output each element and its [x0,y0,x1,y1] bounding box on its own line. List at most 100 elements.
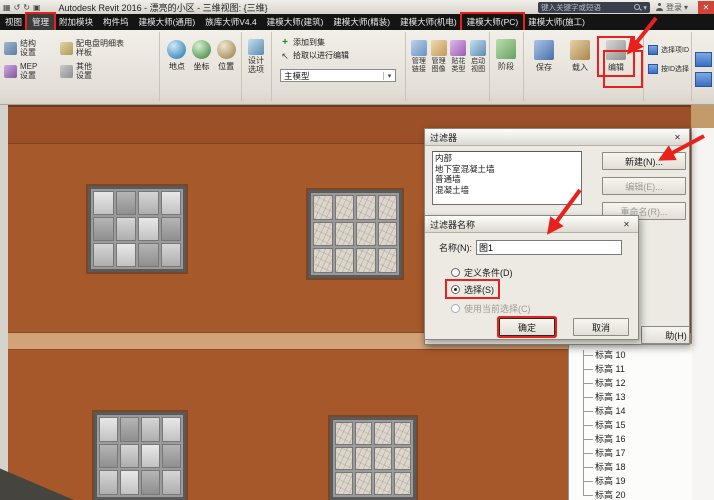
filters-list-item[interactable]: 地下室混凝土墙 [435,164,579,175]
load-selection-button[interactable]: 载入 [563,38,597,75]
manage-links-button[interactable]: 管理 链接 [410,40,428,73]
window-pane [393,447,411,470]
radio-select[interactable]: 选择(S) [447,281,498,297]
window-pane [115,191,136,215]
decal-types-button[interactable]: 贴花 类型 [450,40,468,73]
app-menu-icon[interactable]: ▦ [3,1,11,14]
filter-name-dialog-titlebar[interactable]: 过滤器名称 ✕ [425,216,638,233]
redo-icon[interactable]: ↻ [23,1,30,14]
edit-selection-icon [606,40,626,60]
panel-design-options: 设计 选项 [242,32,272,101]
panel-schedule-template-button[interactable]: 配电盘明细表 样板 [58,39,154,58]
level-item[interactable]: 标高 10 [579,348,692,362]
window-pane [356,221,376,247]
other-settings-button[interactable]: 其他 设置 [58,62,154,81]
location-button[interactable]: 地点 [166,40,188,72]
position-label: 位置 [218,62,235,71]
window-top-right [308,190,402,278]
level-item[interactable]: 标高 20 [579,488,692,500]
tab-view[interactable]: 视图 [0,14,27,30]
tab-modeling-master-arch[interactable]: 建模大师(建筑) [262,14,329,30]
mep-settings-button[interactable]: MEP 设置 [2,62,58,81]
ids-of-selection-button[interactable]: 选择项ID [646,44,691,56]
tab-family-master[interactable]: 族库大师V4.4 [200,14,262,30]
starting-view-button[interactable]: 启动 视图 [469,40,487,73]
window-pane [313,195,333,220]
window-pane [115,243,136,267]
level-item[interactable]: 标高 12 [579,376,692,390]
level-item[interactable]: 标高 15 [579,418,692,432]
window-pane [141,470,160,495]
window-pane [313,221,333,247]
window-bottom-left [94,412,186,500]
tab-component-hub[interactable]: 构件坞 [98,14,134,30]
ribbon-edge-icon[interactable] [695,72,712,87]
chevron-down-icon[interactable]: ▾ [643,3,647,12]
level-item[interactable]: 标高 16 [579,432,692,446]
tab-modeling-master-pc[interactable]: 建模大师(PC) [462,14,523,30]
login-button[interactable]: 登录 ▾ [656,2,688,13]
filters-list[interactable]: 内部 地下室混凝土墙 普通墙 混凝土墙 [432,151,582,205]
tab-manage[interactable]: 管理 [27,14,55,30]
select-by-id-button[interactable]: 按ID选择 [646,63,691,75]
window-pane [120,470,139,495]
main-model-select[interactable]: 主模型 ▾ [280,69,396,82]
position-button[interactable]: 位置 [215,40,237,72]
structure-settings-button[interactable]: 结构 设置 [2,39,58,58]
manage-images-button[interactable]: 管理 图像 [430,40,448,73]
tab-modeling-master-construction[interactable]: 建模大师(施工) [523,14,590,30]
filters-list-item[interactable]: 内部 [435,153,579,164]
level-item[interactable]: 标高 17 [579,446,692,460]
search-input[interactable]: 键入关键字或短语 ▾ [537,1,650,13]
pick-to-edit-button[interactable]: ↖ 拾取以进行编辑 [280,49,405,62]
new-filter-button[interactable]: 新建(N)... [602,152,686,170]
filters-dialog-title: 过滤器 [430,132,458,143]
structure-settings-label: 结构 设置 [20,39,36,57]
help-button-partial[interactable]: 助(H) [641,326,689,344]
cancel-button[interactable]: 取消 [573,318,629,336]
ribbon-edge-icon[interactable] [695,52,712,67]
filters-dialog-titlebar[interactable]: 过滤器 ✕ [425,129,689,146]
edit-selection-button[interactable]: 编辑 [599,38,633,75]
ribbon-edge-icons [695,52,712,87]
tab-modeling-master-general[interactable]: 建模大师(通用) [134,14,201,30]
tab-modeling-master-mep[interactable]: 建模大师(机电) [395,14,462,30]
pick-to-edit-label: 拾取以进行编辑 [293,51,349,60]
decal-types-icon [450,40,467,56]
undo-icon[interactable]: ↺ [14,1,21,14]
phases-button[interactable]: 阶段 [490,32,522,74]
add-to-set-button[interactable]: + 添加到集 [280,36,405,49]
coordinates-button[interactable]: 坐标 [191,40,213,72]
edit-filter-button: 编辑(E)... [602,177,686,195]
load-selection-label: 载入 [572,63,588,72]
level-item[interactable]: 标高 18 [579,460,692,474]
close-icon[interactable]: ✕ [620,218,633,230]
level-item[interactable]: 标高 14 [579,404,692,418]
window-pane [334,248,354,273]
level-item[interactable]: 标高 13 [579,390,692,404]
radio-define-criteria[interactable]: 定义条件(D) [447,264,517,280]
filter-name-input[interactable] [476,240,622,255]
filter-name-label: 名称(N): [439,243,472,253]
edit-selection-label: 编辑 [608,63,624,72]
login-label: 登录 [665,2,682,12]
filters-list-item[interactable]: 普通墙 [435,174,579,185]
search-placeholder: 键入关键字或短语 [540,2,601,12]
close-icon[interactable]: ✕ [671,131,684,143]
manage-links-icon [410,40,427,56]
filters-list-item[interactable]: 混凝土墙 [435,185,579,196]
tab-addins[interactable]: 附加模块 [54,14,98,30]
design-options-button[interactable]: 设计 选项 [242,32,270,76]
structure-settings-icon [4,42,17,56]
level-item[interactable]: 标高 19 [579,474,692,488]
decal-types-label: 贴花 类型 [451,58,466,73]
phases-icon [496,39,516,59]
window-pane [313,248,333,273]
close-button[interactable]: ✕ [698,0,714,14]
level-item[interactable]: 标高 11 [579,362,692,376]
modify-icon[interactable]: ▣ [33,1,41,14]
save-selection-button[interactable]: 保存 [527,38,561,75]
ok-button[interactable]: 确定 [499,318,555,336]
tab-modeling-master-finishing[interactable]: 建模大师(精装) [328,14,395,30]
design-options-label: 设计 选项 [248,56,264,74]
